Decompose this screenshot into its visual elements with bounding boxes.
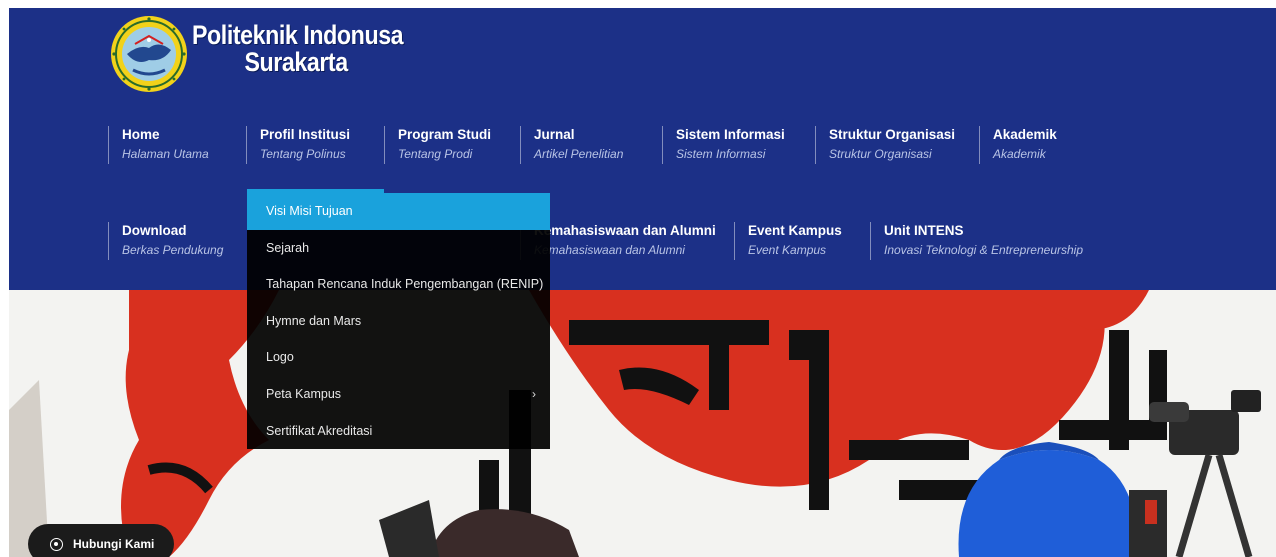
dropdown-item-label: Sertifikat Akreditasi: [266, 423, 373, 438]
dropdown-item-label: Visi Misi Tujuan: [266, 204, 353, 218]
nav-title: Kemahasiswaan dan Alumni: [534, 223, 716, 238]
nav-subtitle: Berkas Pendukung: [122, 243, 224, 257]
chevron-right-icon: ›: [532, 386, 536, 401]
nav-title: Profil Institusi: [260, 127, 351, 142]
dropdown-item-visi-misi[interactable]: Visi Misi Tujuan: [247, 193, 550, 230]
dropdown-item-label: Tahapan Rencana Induk Pengembangan (RENI…: [266, 277, 544, 292]
nav-subtitle: Event Kampus: [748, 243, 827, 257]
dropdown-item-hymne[interactable]: Hymne dan Mars: [247, 303, 550, 340]
nav-title: Struktur Organisasi: [829, 127, 956, 142]
hero-mural: [9, 290, 1276, 557]
brand-name[interactable]: Politeknik Indonusa Surakarta: [192, 22, 438, 76]
nav-title: Sistem Informasi: [676, 127, 785, 142]
site-header: Politeknik Indonusa Surakarta Home Halam…: [9, 8, 1276, 290]
nav-unit-intens[interactable]: Unit INTENS Inovasi Teknologi & Entrepre…: [870, 222, 1083, 260]
dropdown-item-renip[interactable]: Tahapan Rencana Induk Pengembangan (RENI…: [247, 266, 550, 303]
dropdown-item-logo[interactable]: Logo: [247, 339, 550, 376]
nav-title: Unit INTENS: [884, 223, 964, 238]
nav-title: Akademik: [993, 127, 1057, 142]
nav-sistem-informasi[interactable]: Sistem Informasi Sistem Informasi: [662, 126, 785, 164]
nav-event-kampus[interactable]: Event Kampus Event Kampus: [734, 222, 842, 260]
nav-title: Home: [122, 127, 160, 142]
dropdown-item-peta-kampus[interactable]: Peta Kampus ›: [247, 376, 550, 413]
nav-subtitle: Kemahasiswaan dan Alumni: [534, 243, 685, 257]
nav-subtitle: Artikel Penelitian: [534, 147, 624, 161]
whatsapp-icon: [50, 537, 63, 551]
nav-struktur-organisasi[interactable]: Struktur Organisasi Struktur Organisasi: [815, 126, 955, 164]
profil-dropdown-menu: Visi Misi Tujuan Sejarah Tahapan Rencana…: [247, 189, 550, 450]
nav-title: Download: [122, 223, 187, 238]
hero-image: [9, 290, 1276, 557]
hubungi-kami-label: Hubungi Kami: [73, 537, 155, 551]
dropdown-item-label: Hymne dan Mars: [266, 313, 362, 328]
nav-subtitle: Tentang Prodi: [398, 147, 473, 161]
hubungi-kami-button[interactable]: Hubungi Kami: [28, 524, 174, 557]
dropdown-item-sejarah[interactable]: Sejarah: [247, 230, 550, 267]
dropdown-item-label: Peta Kampus: [266, 386, 342, 401]
nav-title: Program Studi: [398, 127, 492, 142]
nav-subtitle: Halaman Utama: [122, 147, 209, 161]
dropdown-item-sertifikat[interactable]: Sertifikat Akreditasi: [247, 413, 550, 450]
nav-download[interactable]: Download Berkas Pendukung: [108, 222, 223, 260]
site-logo[interactable]: [109, 14, 189, 94]
nav-subtitle: Struktur Organisasi: [829, 147, 932, 161]
nav-subtitle: Akademik: [993, 147, 1046, 161]
nav-program-studi[interactable]: Program Studi Tentang Prodi: [384, 126, 491, 164]
nav-subtitle: Sistem Informasi: [676, 147, 766, 161]
dropdown-item-label: Sejarah: [266, 240, 310, 255]
nav-title: Jurnal: [534, 127, 575, 142]
nav-subtitle: Inovasi Teknologi & Entrepreneurship: [884, 243, 1084, 257]
brand-line-1: Politeknik Indonusa: [192, 20, 404, 50]
nav-title: Event Kampus: [748, 223, 842, 238]
page: Politeknik Indonusa Surakarta Home Halam…: [0, 0, 1276, 557]
nav-home[interactable]: Home Halaman Utama: [108, 126, 209, 164]
brand-line-2: Surakarta: [244, 47, 348, 77]
nav-jurnal[interactable]: Jurnal Artikel Penelitian: [520, 126, 623, 164]
nav-akademik[interactable]: Akademik Akademik: [979, 126, 1057, 164]
nav-profil-institusi[interactable]: Profil Institusi Tentang Polinus: [246, 126, 350, 164]
nav-subtitle: Tentang Polinus: [260, 147, 346, 161]
dropdown-item-label: Logo: [266, 350, 294, 365]
